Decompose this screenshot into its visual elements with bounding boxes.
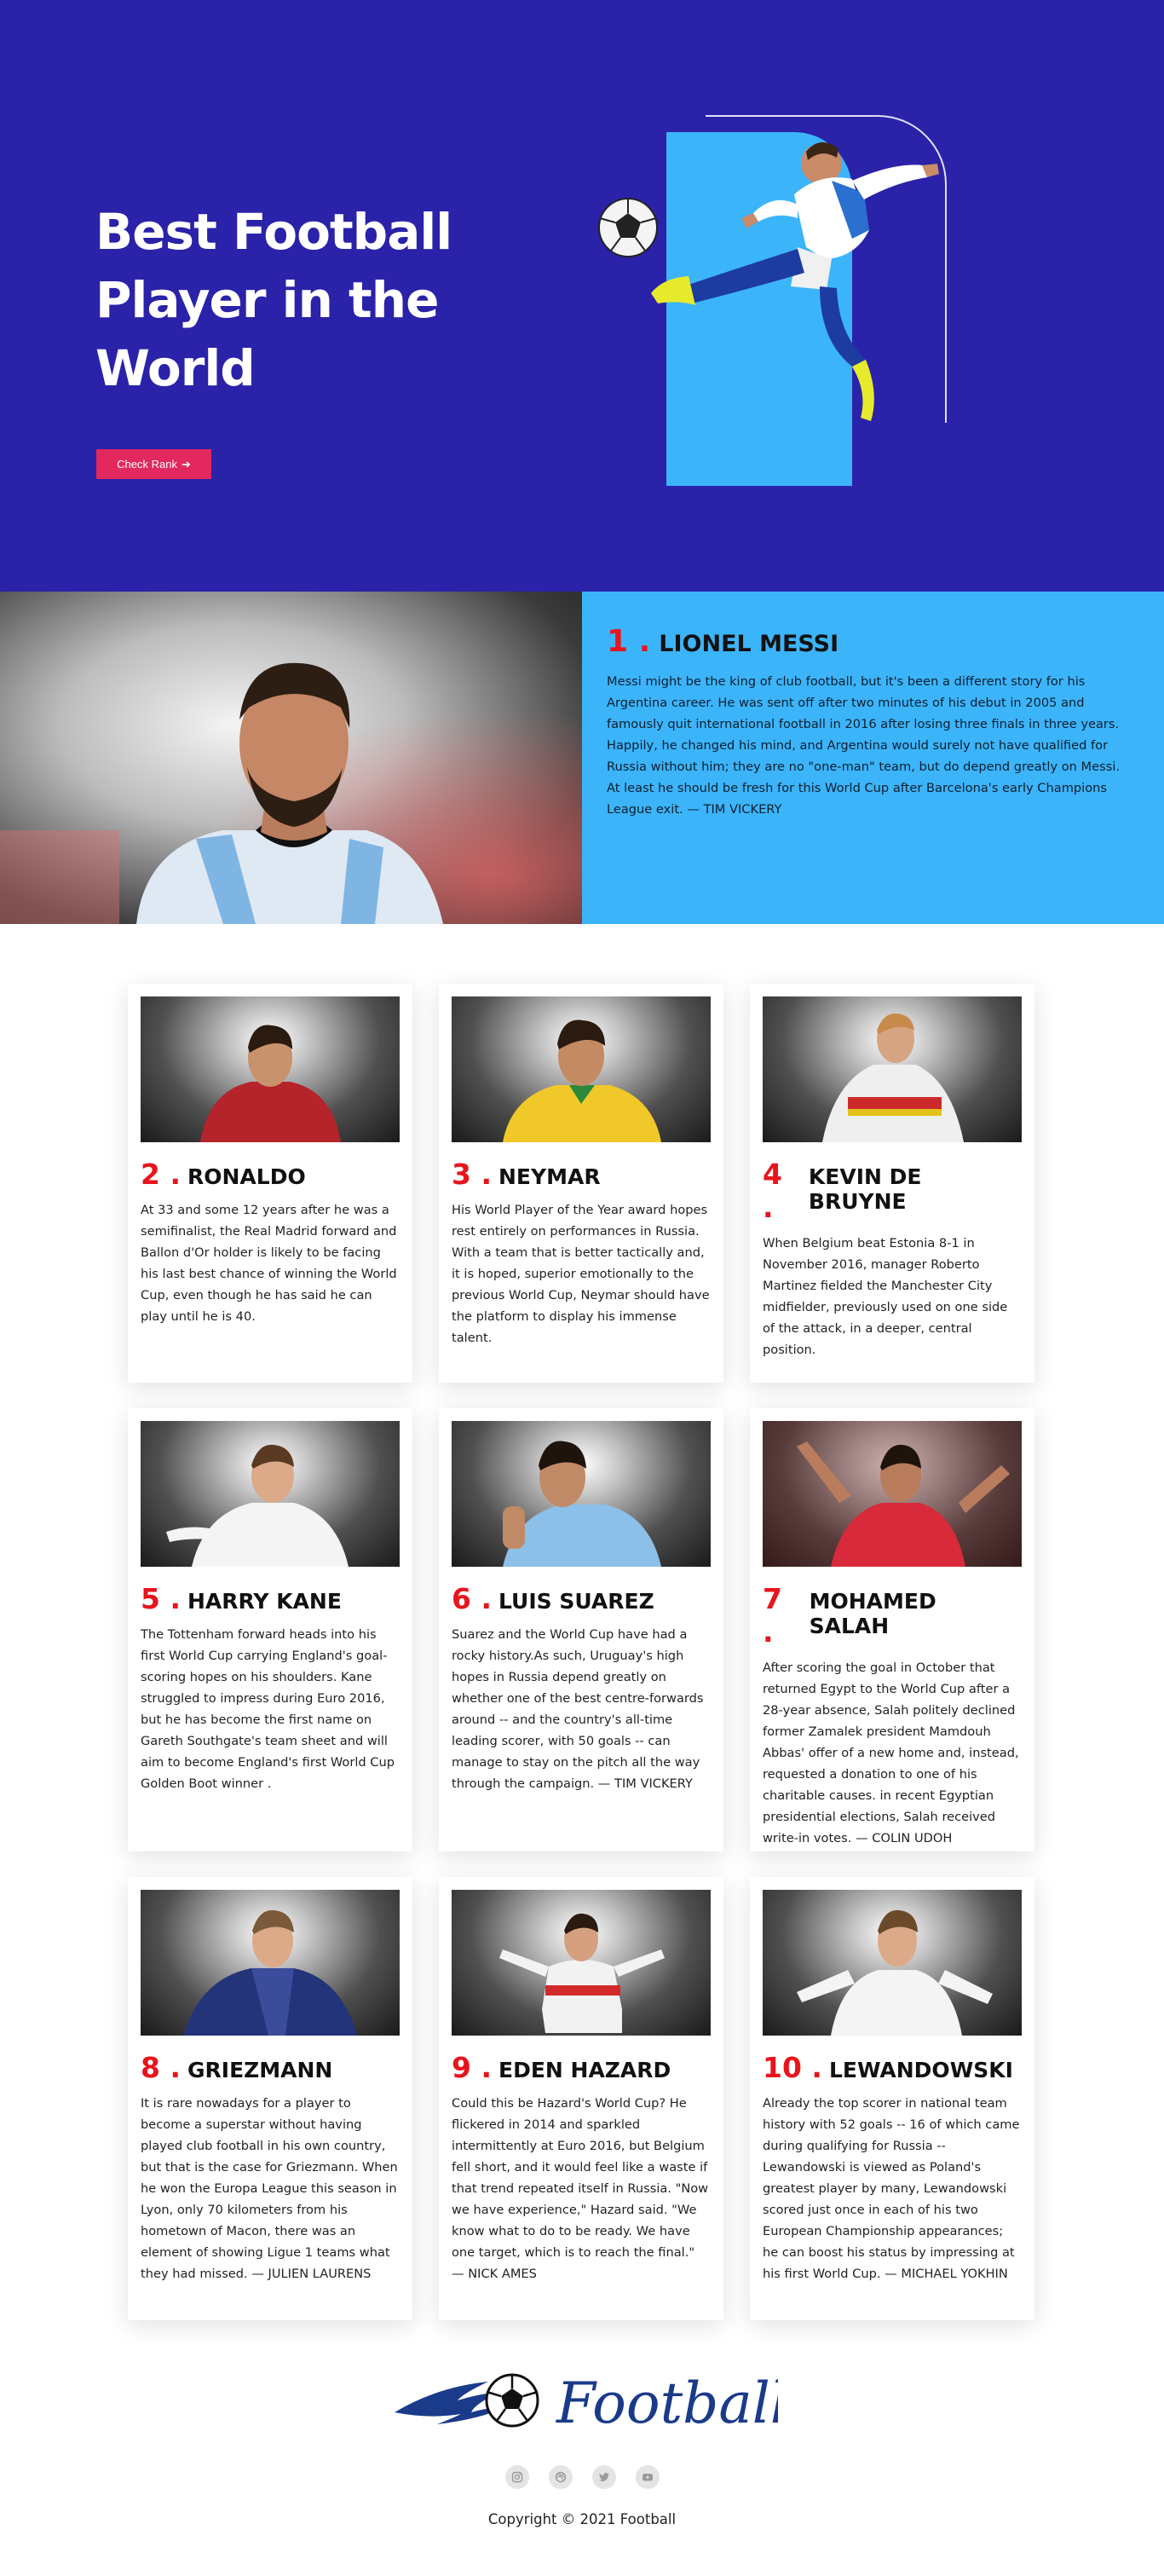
dribbble-link[interactable]: [548, 2465, 573, 2489]
player-photo: [452, 996, 711, 1142]
player-heading: 10 . LEWANDOWSKI: [763, 2051, 1022, 2084]
rank-number: 7 .: [763, 1582, 782, 1649]
player-card: 8 . GRIEZMANN It is rare nowadays for a …: [128, 1877, 412, 2320]
player-photo: [763, 996, 1022, 1142]
player-heading: 3 . NEYMAR: [452, 1158, 711, 1191]
player-card: 7 . MOHAMED SALAH After scoring the goal…: [750, 1408, 1034, 1851]
player-description: After scoring the goal in October that r…: [763, 1661, 1019, 1845]
dribbble-icon: [555, 2471, 566, 2483]
copyright-text: Copyright © 2021 Football: [487, 2511, 677, 2527]
player-description: When Belgium beat Estonia 8-1 in Novembe…: [763, 1236, 1008, 1357]
player-name: EDEN HAZARD: [498, 2058, 671, 2082]
featured-player-heading: 1 . LIONEL MESSI: [607, 624, 1130, 659]
rank-number: 5 .: [141, 1582, 181, 1615]
social-links: [0, 2465, 1164, 2489]
hero-player-illustration: [598, 115, 947, 486]
player-description: Could this be Hazard's World Cup? He fli…: [452, 2096, 709, 2281]
rank-number: 4 .: [763, 1158, 782, 1224]
player-name: NEYMAR: [498, 1164, 601, 1189]
player-heading: 6 . LUIS SUAREZ: [452, 1582, 711, 1615]
featured-player-description: Messi might be the king of club football…: [607, 674, 1121, 817]
player-heading: 5 . HARRY KANE: [141, 1582, 400, 1615]
player-name: LIONEL MESSI: [659, 631, 839, 657]
rank-number: 9 .: [452, 2051, 492, 2084]
player-card: 5 . HARRY KANE The Tottenham forward hea…: [128, 1408, 412, 1851]
arrow-right-icon: ➔: [181, 457, 191, 471]
player-description: Already the top scorer in national team …: [763, 2096, 1020, 2281]
player-card: 2 . RONALDO At 33 and some 12 years afte…: [128, 984, 412, 1383]
player-card: 9 . EDEN HAZARD Could this be Hazard's W…: [439, 1877, 723, 2320]
hero-section: Best Football Player in the World Check …: [0, 0, 1164, 592]
rank-number: 2 .: [141, 1158, 181, 1191]
player-name: LEWANDOWSKI: [828, 2058, 1013, 2082]
site-footer: Football Copyright © 2021 Football: [0, 2353, 1164, 2544]
player-heading: 2 . RONALDO: [141, 1158, 400, 1191]
youtube-icon: [642, 2474, 653, 2481]
player-description: It is rare nowadays for a player to beco…: [141, 2096, 398, 2281]
player-heading: 8 . GRIEZMANN: [141, 2051, 400, 2084]
player-description: At 33 and some 12 years after he was a s…: [141, 1203, 397, 1324]
player-card: 4 . KEVIN DE BRUYNE When Belgium beat Es…: [750, 984, 1034, 1383]
check-rank-label: Check Rank: [117, 458, 177, 471]
player-heading: 7 . MOHAMED SALAH: [763, 1582, 1022, 1649]
rank-number: 10 .: [763, 2051, 822, 2084]
check-rank-button[interactable]: Check Rank ➔: [96, 449, 211, 479]
player-photo: [452, 1421, 711, 1567]
player-heading: 4 . KEVIN DE BRUYNE: [763, 1158, 1022, 1224]
instagram-icon: [511, 2471, 522, 2483]
player-rank-grid: 2 . RONALDO At 33 and some 12 years afte…: [0, 984, 1164, 2320]
featured-player: 1 . LIONEL MESSI Messi might be the king…: [0, 592, 1164, 924]
player-card: 3 . NEYMAR His World Player of the Year …: [439, 984, 723, 1383]
player-name: MOHAMED SALAH: [809, 1589, 936, 1638]
soccer-ball-icon: [598, 198, 658, 257]
logo-text: Football: [556, 2371, 778, 2436]
player-description: His World Player of the Year award hopes…: [452, 1203, 710, 1345]
hero-title: Best Football Player in the World: [95, 203, 452, 397]
player-photo: [452, 1890, 711, 2036]
player-name: KEVIN DE BRUYNE: [808, 1164, 922, 1214]
soccer-ball-icon: [485, 2373, 539, 2428]
player-photo: [763, 1421, 1022, 1567]
featured-player-info: 1 . LIONEL MESSI Messi might be the king…: [582, 592, 1164, 924]
player-description: Suarez and the World Cup have had a rock…: [452, 1627, 704, 1791]
player-photo: [763, 1890, 1022, 2036]
player-name: LUIS SUAREZ: [498, 1589, 654, 1614]
player-name: GRIEZMANN: [187, 2058, 333, 2082]
player-portrait-image: [0, 592, 582, 924]
rank-number: 3 .: [452, 1158, 492, 1191]
player-photo: [141, 1890, 400, 2036]
football-logo[interactable]: Football: [386, 2353, 778, 2446]
player-name: HARRY KANE: [187, 1589, 342, 1614]
player-heading: 9 . EDEN HAZARD: [452, 2051, 711, 2084]
player-card: 10 . LEWANDOWSKI Already the top scorer …: [750, 1877, 1034, 2320]
player-card: 6 . LUIS SUAREZ Suarez and the World Cup…: [439, 1408, 723, 1851]
instagram-link[interactable]: [504, 2465, 529, 2489]
rank-number: 8 .: [141, 2051, 181, 2084]
rank-number: 6 .: [452, 1582, 492, 1615]
player-description: The Tottenham forward heads into his fir…: [141, 1627, 395, 1791]
featured-player-photo: [0, 592, 582, 924]
twitter-link[interactable]: [591, 2465, 616, 2489]
twitter-icon: [598, 2473, 609, 2481]
player-name: RONALDO: [187, 1164, 306, 1189]
player-photo: [141, 1421, 400, 1567]
player-photo: [141, 996, 400, 1142]
rank-number: 1 .: [607, 624, 651, 659]
youtube-link[interactable]: [635, 2465, 660, 2489]
